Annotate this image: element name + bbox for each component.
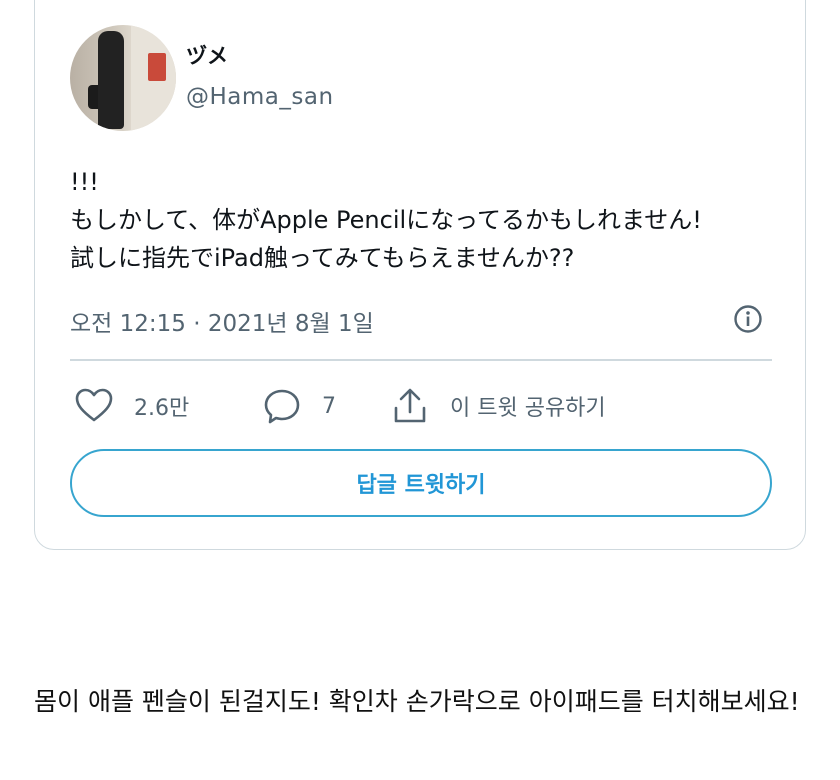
share-label: 이 트윗 공유하기 [450, 396, 606, 421]
like-count: 2.6만 [134, 396, 190, 421]
reply-tweet-button[interactable]: 답글 트윗하기 [70, 449, 772, 517]
reply-count: 7 [322, 393, 336, 419]
author-name[interactable]: ヅメ [186, 40, 228, 70]
tweet-text: !!! もしかして、体がApple Pencilになってるかもしれません! 試し… [70, 168, 702, 272]
share-button[interactable]: 이 트윗 공유하기 [390, 386, 606, 426]
reply-count-button[interactable]: 7 [262, 386, 336, 426]
info-icon[interactable] [733, 304, 763, 334]
divider [70, 359, 772, 361]
author-handle[interactable]: @Hama_san [186, 84, 334, 110]
share-icon [394, 388, 426, 423]
comment-icon [264, 389, 300, 424]
avatar[interactable] [70, 25, 176, 131]
tweet-timestamp[interactable]: 오전 12:15 · 2021년 8월 1일 [70, 304, 374, 338]
caption-text: 몸이 애플 펜슬이 된걸지도! 확인차 손가락으로 아이패드를 터치해보세요! [34, 687, 800, 716]
like-button[interactable]: 2.6만 [74, 386, 189, 426]
heart-icon [75, 388, 113, 422]
